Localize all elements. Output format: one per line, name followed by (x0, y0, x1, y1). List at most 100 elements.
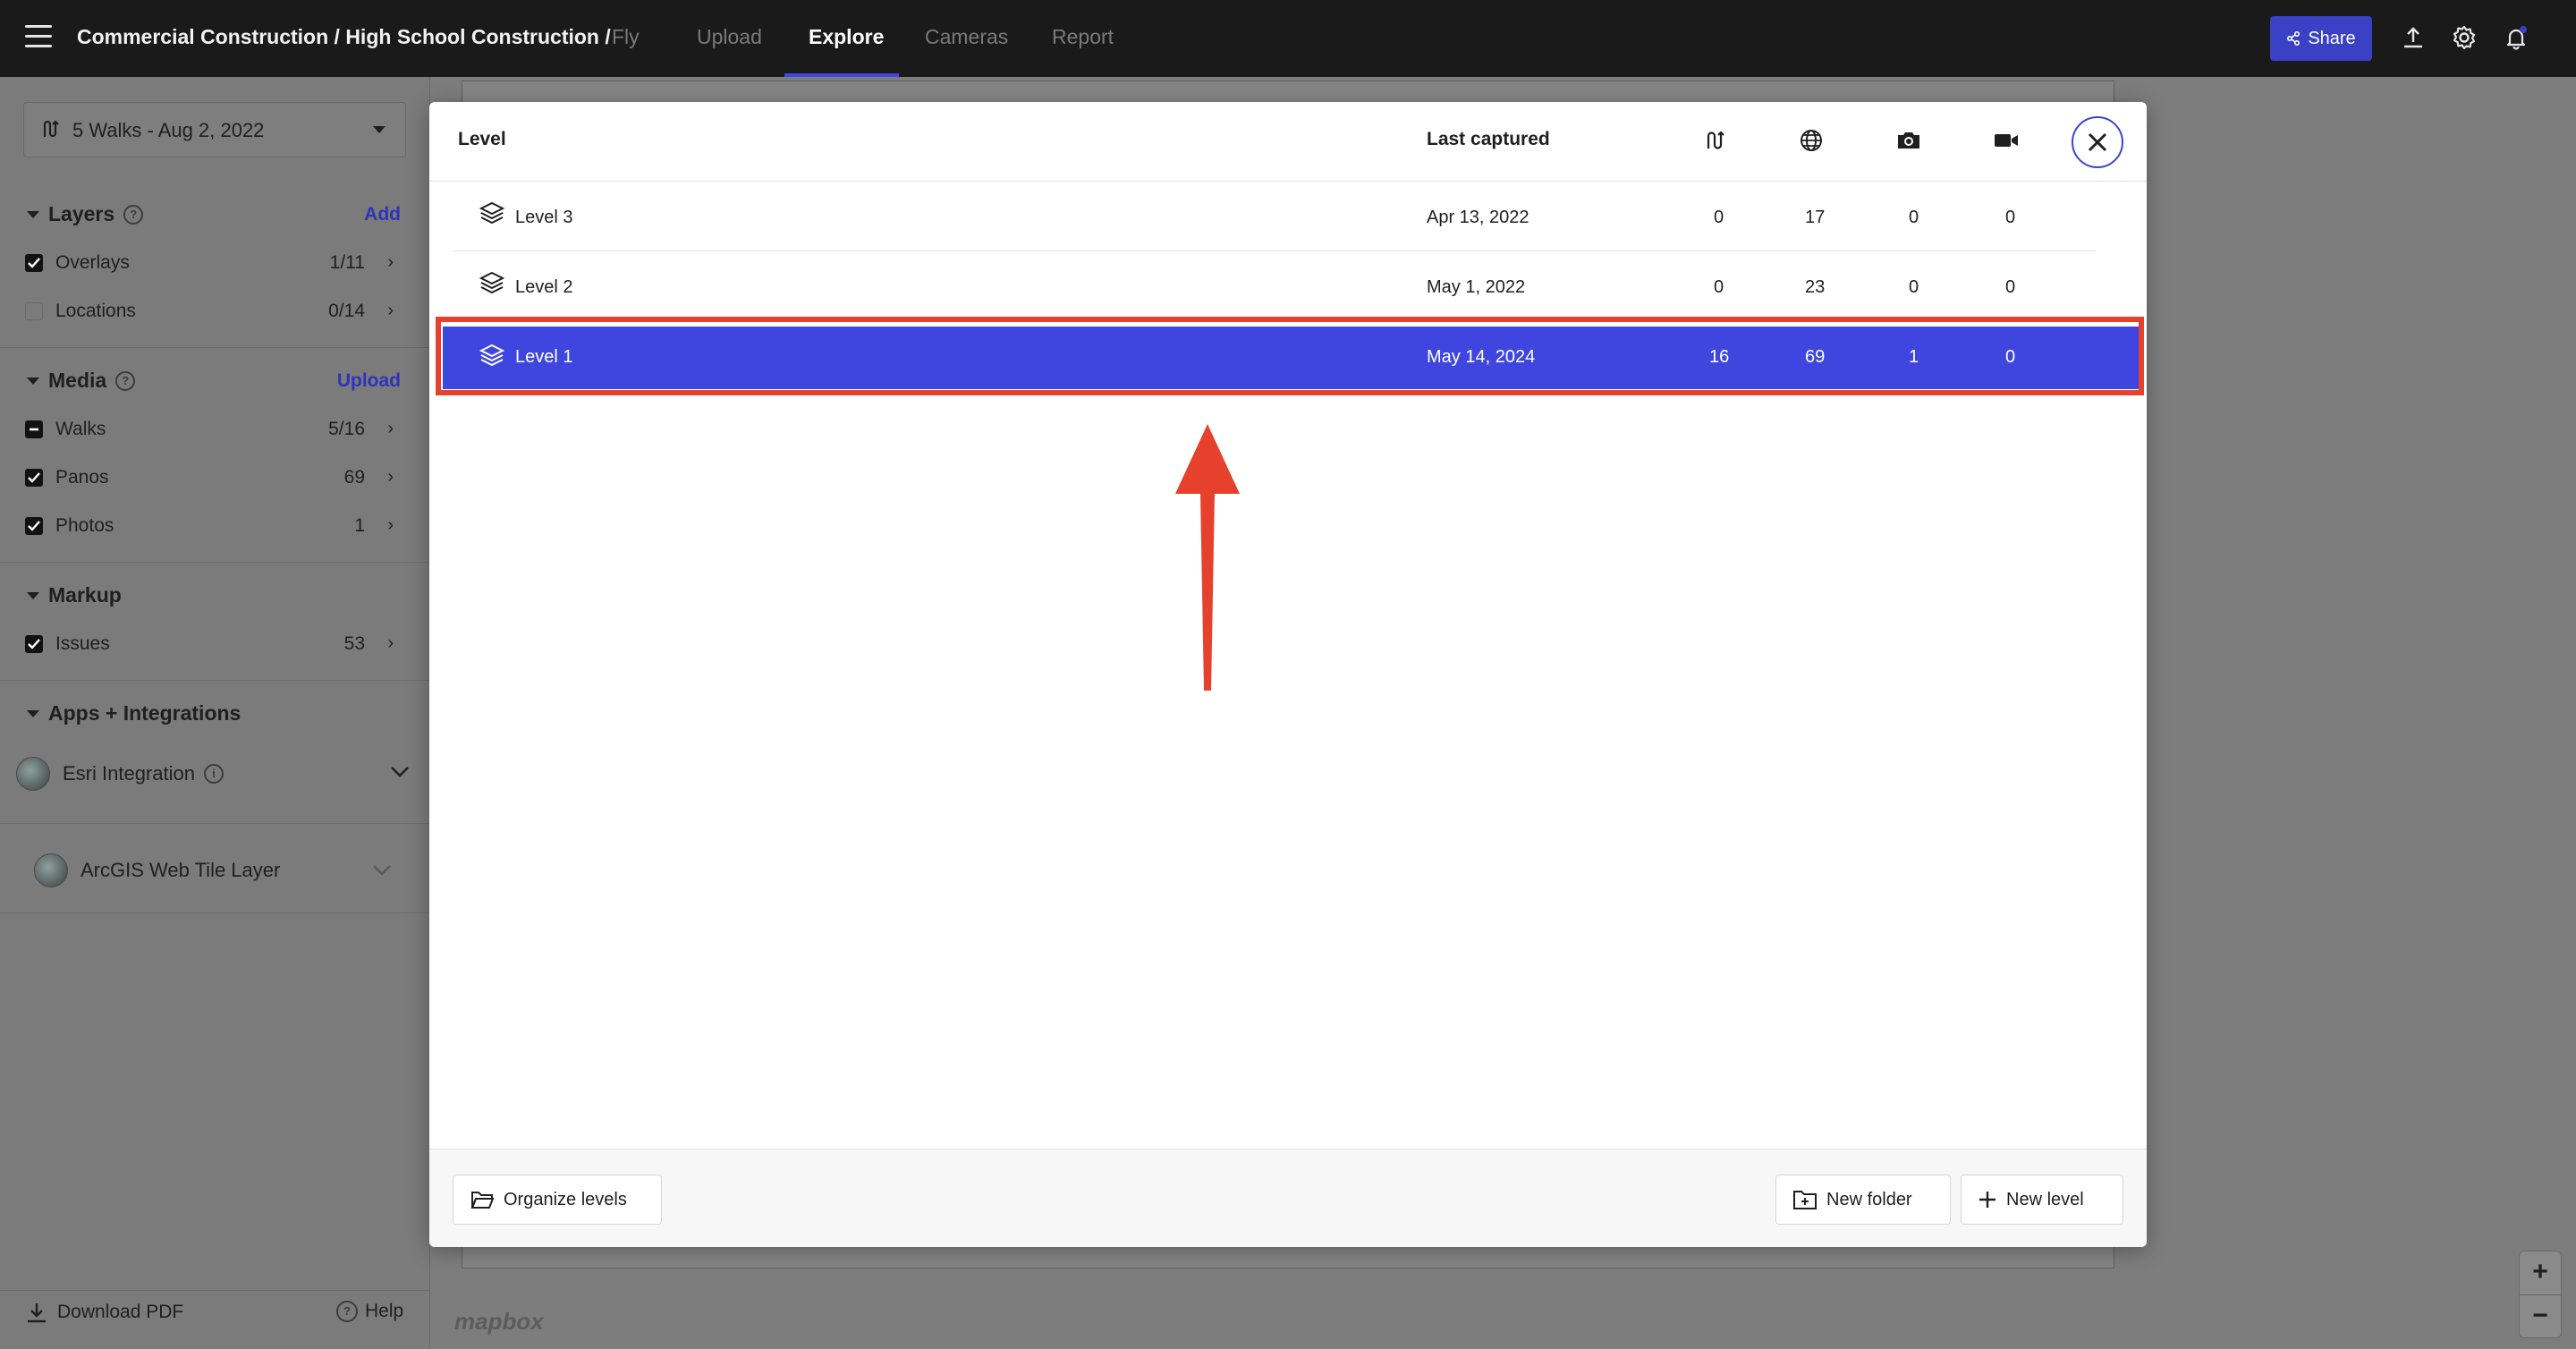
item-count: 5/16 (328, 419, 365, 439)
walk-icon (43, 120, 59, 138)
download-icon (28, 1303, 46, 1323)
menu-icon[interactable] (25, 25, 52, 50)
chevron-right-icon[interactable]: › (387, 419, 394, 439)
chevron-down-icon[interactable] (390, 766, 410, 778)
walk-select[interactable]: 5 Walks - Aug 2, 2022 (23, 102, 406, 157)
add-layer-button[interactable]: Add (364, 204, 401, 225)
level-row-selected[interactable] (443, 327, 2140, 389)
chevron-right-icon[interactable]: › (387, 301, 394, 321)
esri-globe-icon (16, 757, 50, 791)
new-folder-button[interactable]: New folder (1775, 1175, 1951, 1225)
integration-esri[interactable]: Esri Integration i (16, 753, 410, 798)
tab-fly[interactable]: Fly (612, 25, 640, 49)
item-count: 53 (343, 633, 365, 654)
checkbox[interactable] (25, 254, 43, 272)
mapbox-logo[interactable]: mapbox (454, 1308, 544, 1336)
markup-header[interactable]: Markup (27, 583, 122, 607)
walk-icon[interactable] (1702, 127, 1729, 154)
divider (0, 912, 429, 913)
item-label: Locations (55, 301, 136, 321)
layer-item-locations[interactable]: Locations 0/14 › (25, 295, 401, 326)
item-label: Overlays (55, 252, 130, 273)
top-bar: Commercial Construction / High School Co… (0, 0, 2576, 77)
integration-arcgis[interactable]: ArcGIS Web Tile Layer (34, 850, 392, 895)
help-label: Help (365, 1301, 404, 1321)
checkbox[interactable] (25, 517, 43, 535)
media-item-panos[interactable]: Panos 69 › (25, 462, 401, 492)
close-button[interactable] (2072, 116, 2123, 168)
header-last-captured[interactable]: Last captured (1427, 129, 1550, 150)
level-row[interactable] (453, 182, 2096, 251)
divider (0, 1290, 429, 1291)
media-title: Media (48, 369, 107, 392)
close-icon (2088, 132, 2107, 152)
download-label: Download PDF (57, 1302, 184, 1322)
gear-icon[interactable] (2448, 21, 2480, 54)
integration-label: Esri Integration (63, 762, 195, 785)
share-button[interactable]: Share (2270, 16, 2372, 61)
chevron-right-icon[interactable]: › (387, 515, 394, 536)
upload-icon[interactable] (2397, 21, 2429, 54)
header-level[interactable]: Level (458, 129, 506, 150)
checkbox[interactable] (25, 302, 43, 320)
layers-title: Layers (48, 202, 115, 225)
media-item-walks[interactable]: Walks 5/16 › (25, 413, 401, 444)
chevron-right-icon[interactable]: › (387, 467, 394, 488)
markup-title: Markup (48, 583, 122, 607)
walk-select-value: 5 Walks - Aug 2, 2022 (72, 119, 265, 141)
media-header[interactable]: Media ? (27, 369, 136, 393)
chevron-right-icon[interactable]: › (387, 252, 394, 273)
upload-media-button[interactable]: Upload (337, 370, 401, 392)
folder-plus-icon (1793, 1191, 1817, 1209)
layers-icon (479, 271, 505, 294)
chevron-down-icon[interactable] (372, 864, 392, 877)
integration-label: ArcGIS Web Tile Layer (80, 859, 281, 881)
help-button[interactable]: ? Help (336, 1301, 403, 1322)
item-label: Panos (55, 467, 109, 488)
item-label: Issues (55, 633, 110, 654)
apps-header[interactable]: Apps + Integrations (27, 701, 241, 725)
plus-icon (1979, 1192, 1996, 1208)
collapse-icon (27, 709, 39, 717)
layer-item-overlays[interactable]: Overlays 1/11 › (25, 247, 401, 277)
new-level-label: New level (2006, 1189, 2084, 1209)
chevron-right-icon[interactable]: › (387, 633, 394, 654)
zoom-out-button[interactable]: − (2520, 1295, 2561, 1338)
item-label: Walks (55, 419, 106, 439)
organize-levels-button[interactable]: Organize levels (453, 1175, 662, 1225)
checkbox[interactable] (25, 469, 43, 487)
level-picker-modal: Level Last captured Organize levels New … (429, 102, 2147, 1247)
active-tab-indicator (784, 73, 899, 77)
chevron-down-icon (373, 126, 386, 133)
item-count: 69 (343, 467, 365, 488)
markup-item-issues[interactable]: Issues 53 › (25, 628, 401, 658)
tab-cameras[interactable]: Cameras (925, 25, 1008, 49)
tab-report[interactable]: Report (1052, 25, 1114, 49)
tab-explore[interactable]: Explore (809, 25, 884, 49)
info-icon[interactable]: ? (123, 204, 144, 225)
tab-upload[interactable]: Upload (697, 25, 762, 49)
divider (0, 680, 429, 681)
info-icon[interactable]: i (204, 764, 224, 784)
layers-header[interactable]: Layers ? (27, 202, 144, 226)
zoom-in-button[interactable]: + (2520, 1251, 2561, 1295)
camera-icon[interactable] (1895, 127, 1922, 154)
checkbox[interactable] (25, 635, 43, 653)
layers-icon (479, 201, 505, 225)
bell-icon[interactable] (2500, 21, 2532, 54)
collapse-icon (27, 210, 39, 218)
video-icon[interactable] (1993, 127, 2020, 154)
media-item-photos[interactable]: Photos 1 › (25, 510, 401, 540)
download-pdf-button[interactable]: Download PDF (25, 1301, 183, 1324)
breadcrumb[interactable]: Commercial Construction / High School Co… (77, 25, 611, 49)
info-icon[interactable]: ? (115, 370, 136, 391)
divider (0, 823, 429, 824)
checkbox[interactable] (25, 420, 43, 438)
apps-title: Apps + Integrations (48, 701, 242, 725)
level-row[interactable] (453, 252, 2096, 321)
globe-icon[interactable] (1798, 127, 1825, 154)
sidebar: 5 Walks - Aug 2, 2022 Layers ? Add Overl… (0, 77, 430, 1349)
item-count: 1 (354, 515, 365, 536)
new-level-button[interactable]: New level (1961, 1175, 2123, 1225)
item-count: 0/14 (328, 301, 365, 321)
